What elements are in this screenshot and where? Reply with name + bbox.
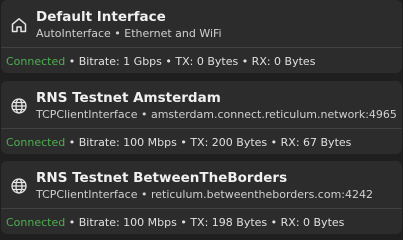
- card-divider: [1, 208, 402, 209]
- interface-card-amsterdam[interactable]: RNS Testnet Amsterdam TCPClientInterface…: [1, 81, 402, 154]
- interface-card-header: RNS Testnet Amsterdam TCPClientInterface…: [1, 81, 402, 127]
- interface-subtitle: AutoInterface • Ethernet and WiFi: [36, 27, 222, 40]
- interface-card-header: RNS Testnet BetweenTheBorders TCPClientI…: [1, 161, 402, 207]
- card-divider: [1, 47, 402, 48]
- interface-subtitle: TCPClientInterface • amsterdam.connect.r…: [36, 108, 397, 121]
- interface-name: Default Interface: [36, 9, 166, 25]
- interface-list: Default Interface AutoInterface • Ethern…: [0, 0, 403, 238]
- interface-name: RNS Testnet BetweenTheBorders: [36, 170, 288, 186]
- status-label: Connected: [6, 216, 66, 229]
- card-divider: [1, 128, 402, 129]
- status-label: Connected: [6, 55, 66, 68]
- interface-stats: • Bitrate: 100 Mbps • TX: 198 Bytes • RX…: [65, 216, 345, 229]
- status-label: Connected: [6, 136, 66, 149]
- interface-stats: • Bitrate: 100 Mbps • TX: 200 Bytes • RX…: [65, 136, 352, 149]
- globe-icon: [10, 177, 28, 195]
- interface-subtitle: TCPClientInterface • reticulum.betweenth…: [36, 188, 373, 201]
- interface-card-header: Default Interface AutoInterface • Ethern…: [1, 0, 402, 46]
- interface-stats-line: Connected • Bitrate: 1 Gbps • TX: 0 Byte…: [6, 55, 315, 68]
- interface-card-default[interactable]: Default Interface AutoInterface • Ethern…: [1, 0, 402, 73]
- interface-stats-line: Connected • Bitrate: 100 Mbps • TX: 200 …: [6, 136, 351, 149]
- globe-icon: [10, 97, 28, 115]
- interface-stats-line: Connected • Bitrate: 100 Mbps • TX: 198 …: [6, 216, 344, 229]
- interface-stats: • Bitrate: 1 Gbps • TX: 0 Bytes • RX: 0 …: [65, 55, 316, 68]
- interface-name: RNS Testnet Amsterdam: [36, 90, 221, 106]
- interface-card-betweentheborders[interactable]: RNS Testnet BetweenTheBorders TCPClientI…: [1, 161, 402, 234]
- home-icon: [10, 16, 28, 34]
